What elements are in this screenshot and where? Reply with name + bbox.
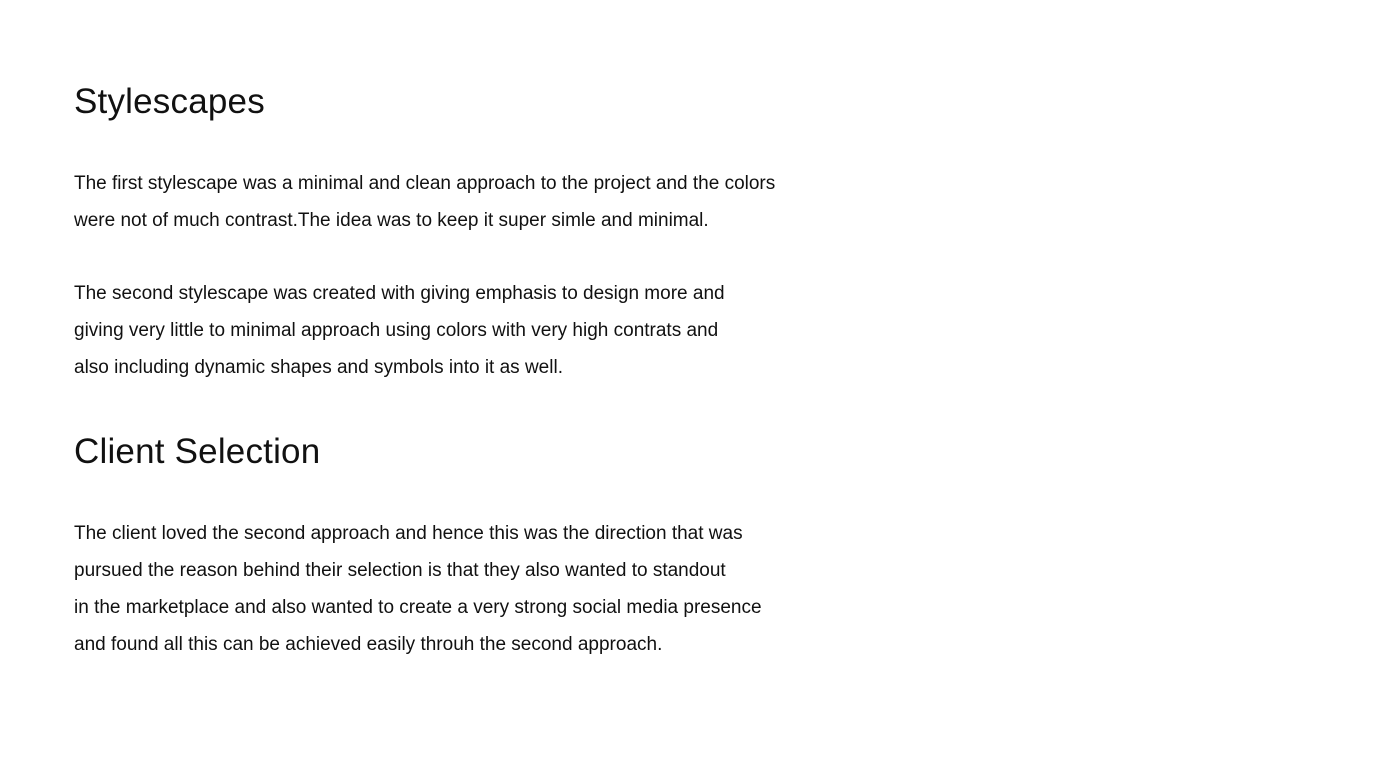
paragraph-line: and found all this can be achieved easil… bbox=[74, 634, 663, 655]
stylescapes-paragraph-1: The first stylescape was a minimal and c… bbox=[74, 165, 775, 239]
paragraph-line: The first stylescape was a minimal and c… bbox=[74, 173, 776, 194]
paragraph-line: were not of much contrast.The idea was t… bbox=[74, 210, 709, 231]
section-heading-stylescapes: Stylescapes bbox=[74, 82, 265, 121]
paragraph-line: also including dynamic shapes and symbol… bbox=[74, 357, 563, 378]
paragraph-line: pursued the reason behind their selectio… bbox=[74, 560, 726, 581]
section-heading-client-selection: Client Selection bbox=[74, 432, 321, 471]
client-selection-paragraph: The client loved the second approach and… bbox=[74, 515, 762, 663]
paragraph-line: The client loved the second approach and… bbox=[74, 523, 743, 544]
paragraph-line: giving very little to minimal approach u… bbox=[74, 320, 719, 341]
paragraph-line: The second stylescape was created with g… bbox=[74, 283, 725, 304]
paragraph-line: in the marketplace and also wanted to cr… bbox=[74, 597, 762, 618]
stylescapes-paragraph-2: The second stylescape was created with g… bbox=[74, 275, 725, 386]
